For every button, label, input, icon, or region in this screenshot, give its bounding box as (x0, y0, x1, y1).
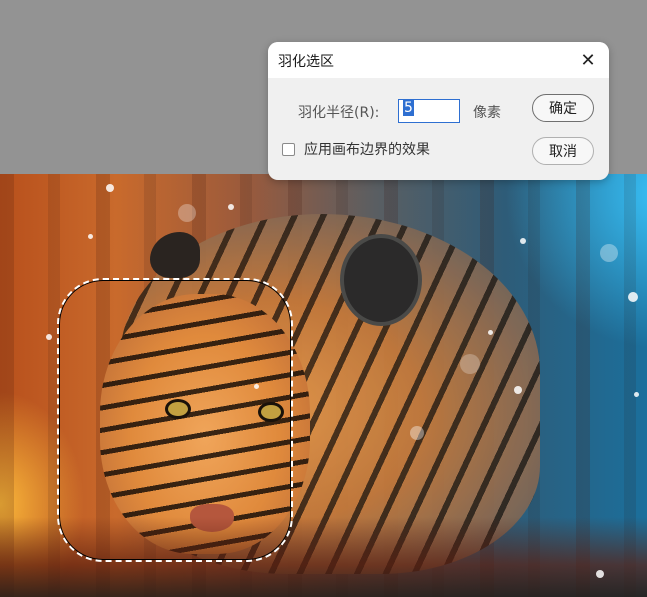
snow-particle (88, 234, 93, 239)
snow-particle (488, 330, 493, 335)
snow-particle (596, 570, 604, 578)
snow-particle (520, 238, 526, 244)
apply-canvas-bounds-checkbox[interactable] (282, 143, 295, 156)
snow-particle (514, 386, 522, 394)
cancel-button[interactable]: 取消 (532, 137, 594, 165)
unit-label: 像素 (473, 105, 501, 121)
dialog-titlebar[interactable]: 羽化选区 ✕ (268, 42, 609, 78)
snow-particle (46, 334, 52, 340)
apply-canvas-bounds-label[interactable]: 应用画布边界的效果 (304, 139, 430, 159)
feather-radius-input[interactable]: 5 (398, 99, 460, 123)
snow-particle (228, 204, 234, 210)
snow-particle (628, 292, 638, 302)
snow-particle (106, 184, 114, 192)
snow-particle (460, 354, 480, 374)
feather-radius-value: 5 (403, 100, 414, 116)
ok-button[interactable]: 确定 (532, 94, 594, 122)
close-icon[interactable]: ✕ (577, 49, 599, 71)
snow-particle (600, 244, 618, 262)
feathered-selection-marquee[interactable] (57, 278, 293, 562)
dialog-title: 羽化选区 (278, 54, 334, 70)
feather-radius-label: 羽化半径(R): (298, 105, 380, 121)
snow-particle (410, 426, 424, 440)
snow-particle (634, 392, 639, 397)
feather-selection-dialog: 羽化选区 ✕ 羽化半径(R): 5 像素 应用画布边界的效果 确定 取消 (268, 42, 609, 180)
snow-particle (178, 204, 196, 222)
tiger-ear-right (340, 234, 422, 326)
